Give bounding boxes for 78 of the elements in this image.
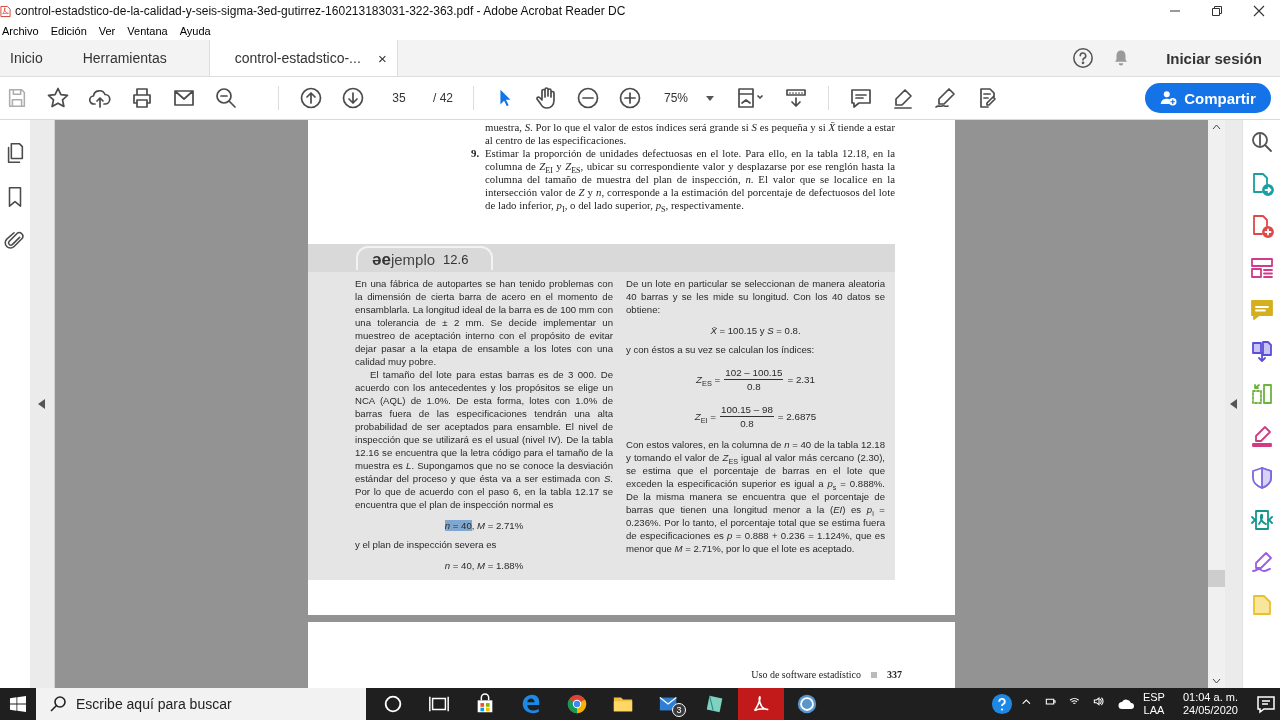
highlighter-icon[interactable]: [1249, 424, 1274, 448]
menu-item[interactable]: Archivo: [2, 25, 39, 37]
layout-icon[interactable]: [1249, 256, 1274, 280]
collapse-arrow-icon[interactable]: [1229, 399, 1238, 409]
clock-time[interactable]: 01:04 a. m.: [1182, 691, 1238, 704]
page-count: / 42: [433, 91, 453, 105]
paragraph: y con éstos a su vez se calculan los índices:: [626, 343, 816, 356]
page-number: 337: [887, 669, 902, 680]
search-icon: [50, 696, 66, 712]
paragraph: El tamaño del lote para estas barras es de 3 000. De acuerdo con los antecedentes y los propósitos se elige un NCA (AQL) de 1.0%. De esta forma, lotes con 1.0% de barras fuera de las especificaciones tendrán una alta probabilidad de ser aceptados para ensamble. El nivel de inspección que se utilizará es el usual (nivel IV). De la tabla 12.16 se encuentra que la letra código para el tamaño de la muestra es L. Supongamos que no se conoce la desviación estándar del proceso y que ésta va a ser estimada con S. Por lo que de acuerdo con el paso 6, en la tabla 12.17 se encuentra que el plan de inspección normal es: [355, 368, 613, 511]
menu-item[interactable]: Ayuda: [179, 25, 211, 37]
fit-page-icon[interactable]: [736, 86, 766, 110]
close-icon[interactable]: [1253, 5, 1265, 17]
zoom-dropdown[interactable]: 75%: [660, 91, 718, 105]
window-title: control-estadstico-de-la-calidad-y-seis-sigma-3ed-gutirrez-160213183031-322-363.pdf - Adobe Acrobat Reader DC: [15, 4, 626, 18]
menu-item[interactable]: Ver: [98, 25, 116, 37]
page-down-icon[interactable]: [341, 86, 365, 110]
paperclip-icon[interactable]: [4, 230, 26, 252]
search-field[interactable]: Escribe aquí para buscar: [36, 688, 366, 720]
sign-in-link[interactable]: Iniciar sesión: [1166, 49, 1262, 67]
paragraph: y el plan de inspección severa es: [355, 538, 498, 551]
scroll-up-icon[interactable]: [1212, 124, 1221, 130]
page-footer: Uso de software estadístico: [751, 669, 861, 680]
pen-icon[interactable]: [1249, 550, 1274, 574]
paragraph: En una fábrica de autopartes se han tenido problemas con la dimensión de cierta barra de acero en el momento de ensamblarla. La longitud ideal de la barra es de 100 mm con una tolerancia de ± 2 mm. Se decide implementar un muestreo de aceptación interno con el propósito de evitar dejar pasar a la etapa de ensamble a los lotes con una calidad muy pobre.: [355, 277, 613, 368]
circle-icon: [382, 693, 404, 715]
zoom-icon[interactable]: [214, 86, 238, 110]
add-user-icon: [1160, 89, 1179, 107]
tab[interactable]: control-estadstico-... ×: [208, 40, 398, 76]
scroll-down-icon[interactable]: [1212, 678, 1221, 684]
zoom-out-icon[interactable]: [576, 86, 600, 110]
footer-square: [871, 672, 877, 678]
page-up-icon[interactable]: [299, 86, 323, 110]
zoom-in-icon[interactable]: [618, 86, 642, 110]
language-indicator[interactable]: ESP: [1142, 691, 1165, 704]
restore-icon[interactable]: [1211, 5, 1223, 17]
shield-icon[interactable]: [1249, 466, 1274, 490]
windows-logo-icon: [10, 696, 26, 712]
caret-icon: [706, 95, 714, 101]
browser-icon: [566, 693, 588, 715]
record-app-icon: [796, 693, 818, 715]
hand-icon: [534, 86, 558, 110]
scroll-mode-icon[interactable]: [784, 86, 808, 110]
star-icon[interactable]: [46, 86, 70, 110]
scrollbar-thumb[interactable]: [1208, 570, 1225, 587]
taskbar-app-button[interactable]: 3: [646, 688, 692, 720]
printer-icon[interactable]: [130, 86, 154, 110]
unread-badge: 3: [672, 703, 686, 717]
formula: n = 40, M = 2.71%: [443, 519, 525, 532]
formula: n = 40, M = 1.88%: [443, 559, 525, 572]
clock-date[interactable]: 24/05/2020: [1182, 704, 1238, 717]
browser-icon: [520, 693, 542, 715]
example-heading: ǝejemplo 12.6: [356, 246, 493, 270]
hand-tool[interactable]: [534, 86, 558, 110]
tab[interactable]: Inicio: [0, 40, 53, 76]
paragraph: De un lote en particular se seleccionan de manera aleatoria 40 barras y se les mide su longitud. Con los 40 datos se obtiene:: [626, 277, 885, 316]
highlighter-icon[interactable]: [891, 86, 915, 110]
organize-pages-icon[interactable]: [1249, 382, 1274, 406]
paragraph: muestra, S. Por lo que el valor de estos índices será grande si S es pequeña y si X̄ tiende a estar al centro de las especificaciones.: [485, 121, 895, 147]
help-icon[interactable]: [990, 693, 1013, 715]
menu-item[interactable]: Edición: [50, 25, 87, 37]
search-icon[interactable]: [1249, 130, 1274, 154]
combine-files-icon[interactable]: [1249, 340, 1274, 364]
compress-document-icon[interactable]: [1249, 508, 1274, 532]
sign-pen-icon[interactable]: [933, 86, 957, 110]
tab[interactable]: Herramientas: [72, 40, 177, 76]
share-button[interactable]: Compartir: [1145, 83, 1271, 113]
notification-icon[interactable]: [1256, 694, 1276, 714]
paragraph: Estimar la proporción de unidades defectuosas en el lote. Para ello, en la tabla 12.18, en la columna de Z$_{EI}$ y Z$_{ES}$, ubicar su correspondiente valor y desplazarse por ese renglón hasta la columna del tamaño de muestra del plan de inspección, n. El valor que se localice en la intersección valor de Z y n, corresponde a la estimación del porcentaje de defectuosos del lote de lado inferior, p$_{I}$, o del lado superior, p$_{S}$, respectivamente.: [485, 147, 895, 212]
close-tab-button[interactable]: ×: [377, 49, 387, 67]
formula: X̄ = 100.15 y S = 0.8.: [709, 324, 802, 337]
keyboard-layout[interactable]: LAA: [1143, 704, 1165, 717]
step-number: 9.: [471, 147, 481, 161]
comment-icon[interactable]: [849, 86, 873, 110]
placeholder: Escribe aquí para buscar: [76, 696, 232, 712]
menu-item[interactable]: Ventana: [127, 25, 168, 37]
help-icon[interactable]: [1072, 47, 1095, 69]
collapse-arrow-icon[interactable]: [38, 399, 46, 409]
